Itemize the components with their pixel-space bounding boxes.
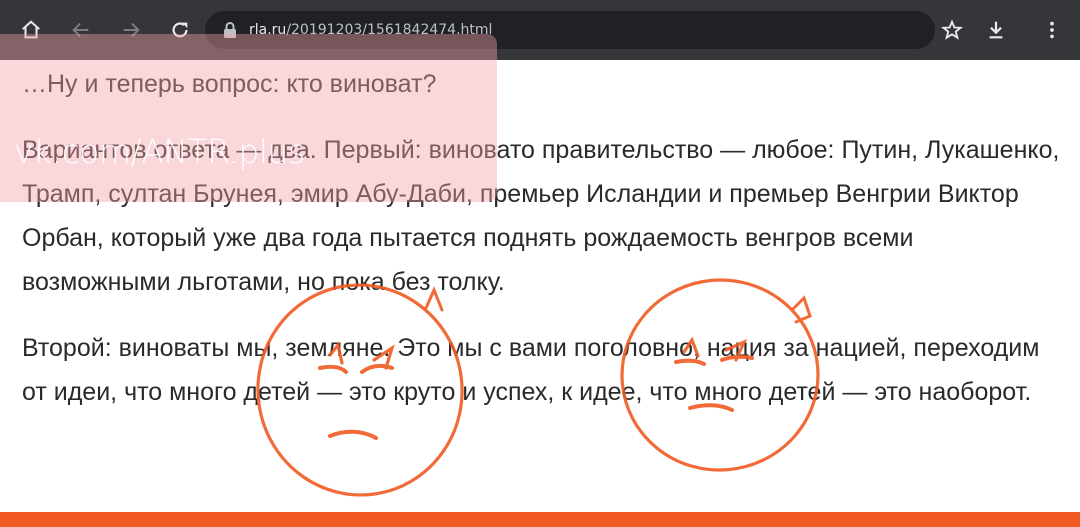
star-icon[interactable] [930, 8, 974, 52]
watermark-text: vk.com/ANTR.plus [14, 132, 305, 171]
download-icon[interactable] [974, 8, 1018, 52]
menu-icon[interactable] [1030, 8, 1074, 52]
watermark-overlay: vk.com/ANTR.plus [0, 34, 497, 202]
article-paragraph-second-answer: Второй: виноваты мы, земляне. Это мы с в… [22, 334, 1040, 406]
bottom-accent-bar [0, 512, 1080, 527]
toolbar-actions [930, 8, 1080, 52]
